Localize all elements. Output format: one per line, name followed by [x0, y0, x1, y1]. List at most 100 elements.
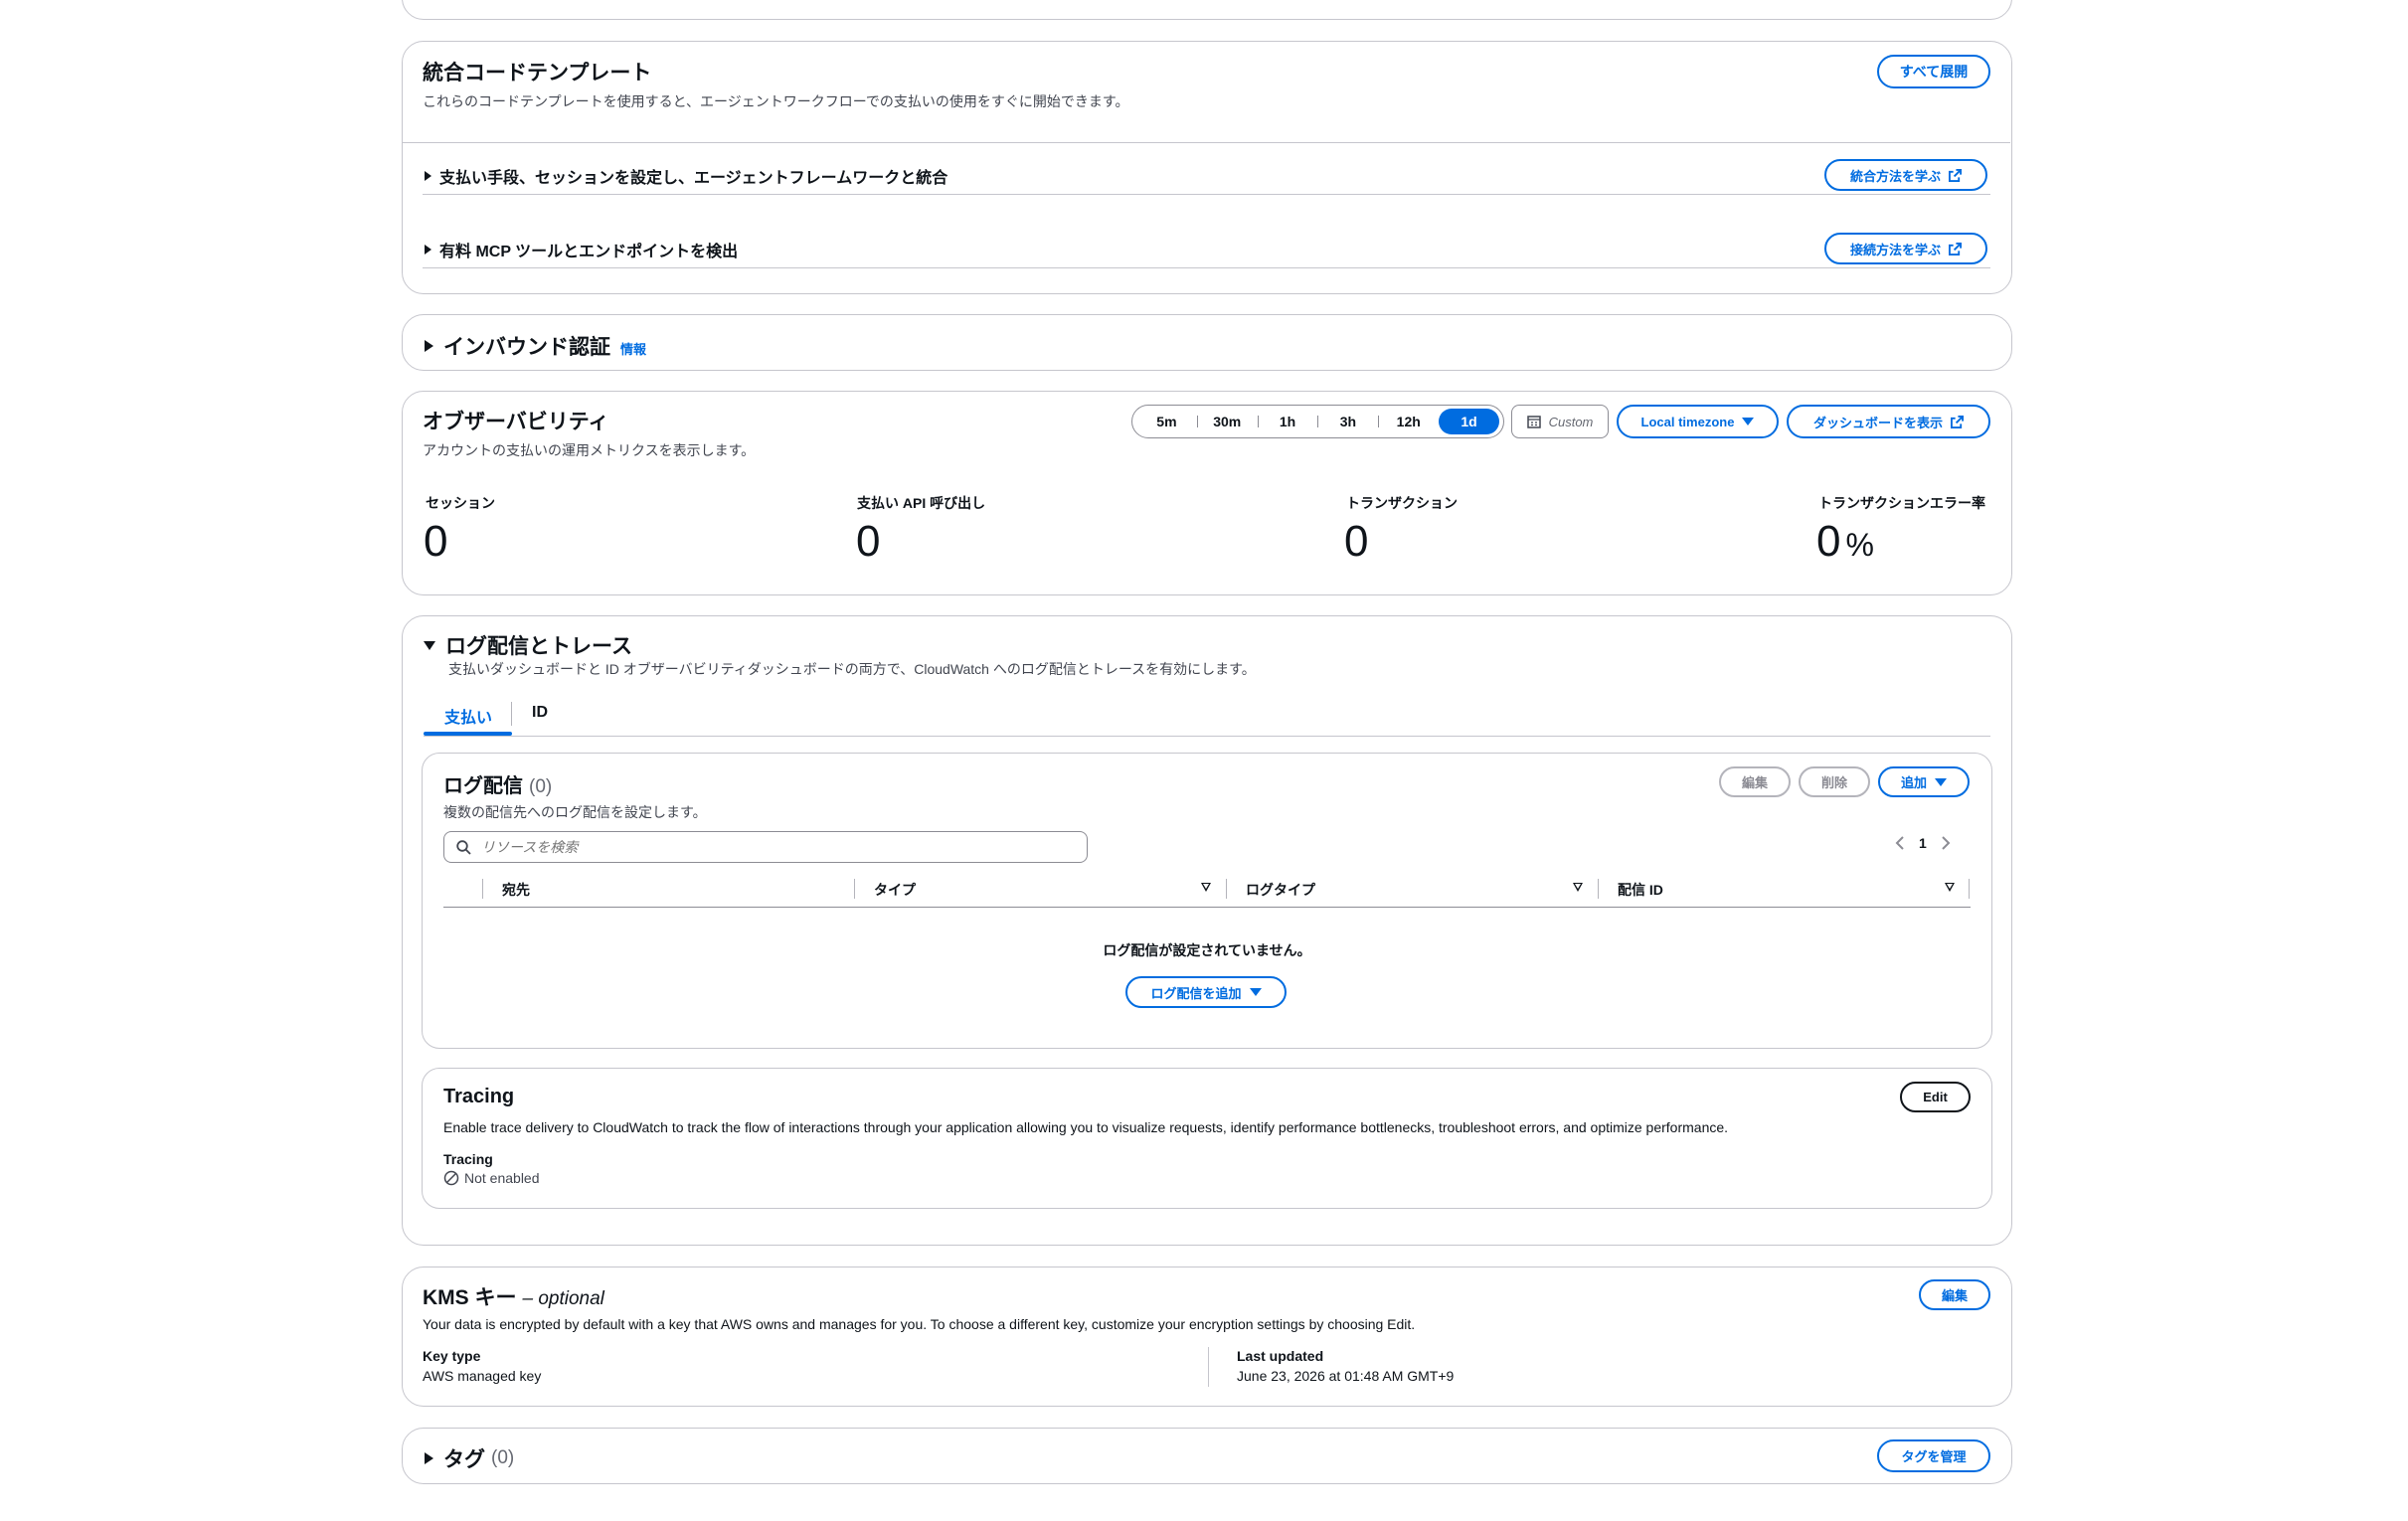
tags-count: (0) — [491, 1447, 515, 1468]
chevron-left-icon[interactable] — [1895, 836, 1905, 850]
tags-title: タグ — [443, 1448, 485, 1471]
timezone-dropdown[interactable]: Local timezone — [1617, 405, 1779, 438]
caret-down-icon — [1742, 418, 1755, 425]
search-input[interactable] — [481, 839, 1038, 855]
filter-icon[interactable] — [1945, 883, 1955, 892]
expand-all-label: すべて展開 — [1899, 64, 1969, 80]
pagination: 1 — [1895, 835, 1951, 851]
manage-tags-label: タグを管理 — [1901, 1449, 1967, 1464]
integration-item-1[interactable]: 支払い手段、セッションを設定し、エージェントフレームワークと統合 — [425, 164, 947, 188]
tab-payments[interactable]: 支払い — [426, 700, 511, 736]
add-button[interactable]: 追加 — [1878, 766, 1970, 797]
metric-transactions-value: 0 — [1344, 517, 1369, 566]
tracing-container — [422, 1068, 1992, 1209]
table-header-divider — [443, 907, 1971, 908]
metric-api-calls-value: 0 — [856, 517, 881, 566]
error-rate-number: 0 — [1816, 517, 1841, 566]
range-1h[interactable]: 1h — [1257, 409, 1318, 434]
view-dashboard-button[interactable]: ダッシュボードを表示 — [1787, 405, 1990, 438]
tracing-edit-button[interactable]: Edit — [1900, 1082, 1971, 1112]
tab-payments-label: 支払い — [443, 710, 492, 727]
observability-title: オブザーバビリティ — [423, 411, 609, 433]
previous-card-bottom — [402, 0, 2012, 20]
filter-icon[interactable] — [1201, 883, 1211, 892]
metric-transactions-label: トランザクション — [1346, 495, 1458, 511]
tracing-status: Not enabled — [443, 1170, 540, 1186]
tags-header[interactable]: タグ (0) — [425, 1443, 514, 1473]
learn-connection-button[interactable]: 接続方法を学ぶ — [1824, 233, 1987, 264]
time-range-selector[interactable]: 5m 30m 1h 3h 12h 1d — [1131, 405, 1504, 438]
empty-state-text: ログ配信が設定されていません。 — [1103, 942, 1311, 958]
chevron-right-icon[interactable] — [1941, 836, 1951, 850]
kms-edit-label: 編集 — [1941, 1288, 1968, 1303]
kms-optional: – optional — [522, 1288, 604, 1309]
key-type-value: AWS managed key — [423, 1368, 542, 1384]
tracing-description: Enable trace delivery to CloudWatch to t… — [443, 1119, 1729, 1135]
kms-edit-button[interactable]: 編集 — [1919, 1279, 1990, 1310]
learn-integration-button[interactable]: 統合方法を学ぶ — [1824, 159, 1987, 191]
log-delivery-subtitle: ログ配信 — [443, 775, 523, 797]
log-delivery-header[interactable]: ログ配信とトレース — [424, 630, 632, 660]
calendar-icon — [1526, 416, 1541, 428]
tab-id-label: ID — [532, 704, 548, 721]
kms-header: KMS キー – optional — [423, 1281, 604, 1311]
edit-button-label: 編集 — [1741, 775, 1768, 790]
range-3h[interactable]: 3h — [1317, 409, 1378, 434]
integration-item-2[interactable]: 有料 MCP ツールとエンドポイントを検出 — [425, 238, 738, 261]
edit-button[interactable]: 編集 — [1719, 766, 1791, 797]
caret-down-icon — [1249, 988, 1262, 996]
delete-button[interactable]: 削除 — [1799, 766, 1870, 797]
info-link[interactable]: 情報 — [620, 339, 646, 358]
last-updated-label: Last updated — [1237, 1348, 1324, 1364]
manage-tags-button[interactable]: タグを管理 — [1877, 1439, 1990, 1472]
log-delivery-subdescription: 複数の配信先へのログ配信を設定します。 — [443, 804, 707, 820]
range-30m[interactable]: 30m — [1196, 409, 1258, 434]
search-icon — [456, 839, 471, 855]
column-separator — [482, 879, 483, 899]
status-stopped-icon — [443, 1170, 459, 1186]
inbound-auth-header[interactable]: インバウンド認証 情報 — [425, 331, 646, 361]
column-header-destination[interactable]: 宛先 — [502, 879, 530, 901]
external-link-icon — [1949, 168, 1962, 182]
error-rate-unit: % — [1845, 527, 1874, 563]
tracing-edit-label: Edit — [1923, 1090, 1948, 1104]
column-separator — [1598, 879, 1599, 899]
expand-caret-icon — [425, 245, 431, 254]
expand-caret-icon — [425, 1452, 433, 1464]
filter-icon[interactable] — [1573, 883, 1583, 892]
range-1d[interactable]: 1d — [1439, 409, 1499, 434]
integration-title: 統合コードテンプレート — [423, 62, 652, 84]
integration-item-2-label: 有料 MCP ツールとエンドポイントを検出 — [439, 244, 739, 260]
inbound-auth-card[interactable]: インバウンド認証 情報 — [402, 314, 2012, 371]
add-button-label: 追加 — [1900, 775, 1927, 790]
metric-error-rate-label: トランザクションエラー率 — [1818, 495, 1985, 511]
inbound-auth-title: インバウンド認証 — [443, 336, 610, 359]
page-number[interactable]: 1 — [1919, 835, 1927, 851]
divider — [423, 194, 1990, 195]
column-header-type[interactable]: タイプ — [874, 879, 916, 901]
timezone-label: Local timezone — [1640, 414, 1735, 429]
range-5m[interactable]: 5m — [1136, 409, 1197, 434]
last-updated-value: June 23, 2026 at 01:48 AM GMT+9 — [1237, 1368, 1455, 1384]
learn-integration-label: 統合方法を学ぶ — [1849, 168, 1941, 184]
learn-connection-label: 接続方法を学ぶ — [1849, 242, 1941, 257]
expand-caret-icon — [425, 171, 431, 181]
search-box[interactable] — [443, 831, 1088, 863]
column-header-log-type[interactable]: ログタイプ — [1246, 879, 1315, 901]
kms-column-divider — [1208, 1347, 1209, 1387]
tab-divider — [424, 736, 1990, 737]
tracing-status-label: Not enabled — [464, 1170, 540, 1186]
range-12h[interactable]: 12h — [1378, 409, 1439, 434]
add-log-delivery-button[interactable]: ログ配信を追加 — [1125, 976, 1287, 1008]
log-delivery-subheader: ログ配信 (0) — [443, 769, 552, 798]
column-header-delivery-id[interactable]: 配信 ID — [1618, 879, 1663, 901]
integration-item-1-label: 支払い手段、セッションを設定し、エージェントフレームワークと統合 — [439, 170, 948, 187]
integration-description: これらのコードテンプレートを使用すると、エージェントワークフローでの支払いの使用… — [423, 93, 1129, 109]
tags-card[interactable]: タグ (0) タグを管理 — [402, 1428, 2012, 1484]
tab-id[interactable]: ID — [517, 700, 563, 736]
custom-range-button[interactable]: Custom — [1511, 405, 1609, 438]
expand-all-button[interactable]: すべて展開 — [1877, 55, 1990, 88]
kms-card: KMS キー – optional 編集 Your data is encryp… — [402, 1267, 2012, 1407]
divider — [423, 267, 1990, 268]
tracing-title: Tracing — [443, 1086, 515, 1107]
